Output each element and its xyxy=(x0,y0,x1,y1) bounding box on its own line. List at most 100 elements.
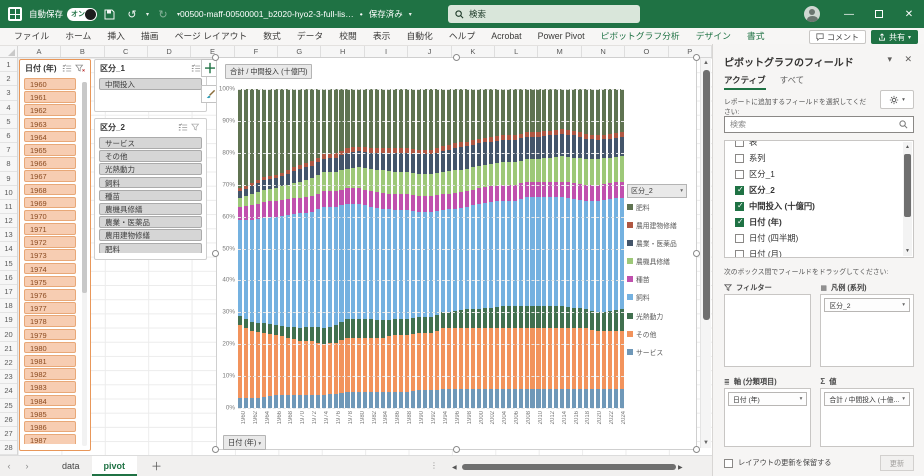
row-header[interactable]: 5 xyxy=(0,115,17,129)
zone-field-chip[interactable]: 合計 / 中間投入 (十億...▾ xyxy=(824,392,910,406)
slicer-item-year[interactable]: 1961 xyxy=(24,91,76,103)
row-header[interactable]: 10 xyxy=(0,186,17,200)
slicer-item-year[interactable]: 1981 xyxy=(24,355,76,367)
field-search-input[interactable] xyxy=(730,120,899,129)
legend-item[interactable]: その他 xyxy=(627,329,695,339)
scroll-up-icon[interactable]: ▲ xyxy=(903,142,912,152)
save-icon[interactable] xyxy=(104,9,118,20)
ribbon-tab[interactable]: 数式 xyxy=(255,28,289,45)
field-list-item[interactable]: 系列 xyxy=(735,150,909,166)
restore-button[interactable] xyxy=(864,0,894,28)
row-header[interactable]: 9 xyxy=(0,172,17,186)
slicer-item-year[interactable]: 1982 xyxy=(24,368,76,380)
row-header[interactable]: 23 xyxy=(0,370,17,384)
row-header[interactable]: 2 xyxy=(0,72,17,86)
document-title[interactable]: 00500-maff-00500001_b2020-hyo2-3-full-li… xyxy=(180,0,412,28)
column-header[interactable]: H xyxy=(321,46,364,57)
slicer-item[interactable]: 飼料 xyxy=(99,177,202,189)
ribbon-tab[interactable]: 表示 xyxy=(365,28,399,45)
column-header[interactable]: P xyxy=(669,46,712,57)
search-input[interactable] xyxy=(469,9,619,19)
slicer-item-year[interactable]: 1985 xyxy=(24,408,76,420)
field-list-item[interactable]: 中間投入 (十億円) xyxy=(735,198,909,214)
slicer-item[interactable]: 肥料 xyxy=(99,243,202,254)
slicer-item-year[interactable]: 1977 xyxy=(24,302,76,314)
chart-selection-handle[interactable] xyxy=(212,446,219,453)
row-header[interactable]: 3 xyxy=(0,86,17,100)
select-all-corner[interactable] xyxy=(0,46,18,58)
filters-zone[interactable]: フィルター xyxy=(724,281,811,367)
field-checkbox[interactable] xyxy=(735,202,744,211)
field-search-box[interactable] xyxy=(724,116,914,133)
column-header[interactable]: C xyxy=(105,46,148,57)
comments-button[interactable]: コメント xyxy=(809,30,866,44)
column-header[interactable]: A xyxy=(18,46,61,57)
row-header[interactable]: 4 xyxy=(0,101,17,115)
chart-selection-handle[interactable] xyxy=(693,250,700,257)
slicer-item-year[interactable]: 1960 xyxy=(24,78,76,90)
ribbon-tab[interactable]: ページ レイアウト xyxy=(167,28,256,45)
column-header[interactable]: L xyxy=(495,46,538,57)
field-list-item[interactable]: 日付 (月) xyxy=(735,246,909,258)
slicer-item[interactable]: 種苗 xyxy=(99,190,202,202)
row-header[interactable]: 15 xyxy=(0,257,17,271)
field-list-item[interactable]: 区分_2 xyxy=(735,182,909,198)
chart-selection-handle[interactable] xyxy=(453,446,460,453)
field-list-item[interactable]: 日付 (年) xyxy=(735,214,909,230)
field-checkbox[interactable] xyxy=(735,170,744,179)
ribbon-tab[interactable]: ファイル xyxy=(6,28,57,45)
slicer-item-year[interactable]: 1980 xyxy=(24,342,76,354)
vertical-scroll-thumb[interactable] xyxy=(703,70,710,320)
multi-select-icon[interactable] xyxy=(176,123,189,133)
slicer-item-year[interactable]: 1983 xyxy=(24,381,76,393)
ribbon-tab[interactable]: ヘルプ xyxy=(441,28,483,45)
ribbon-tab[interactable]: 自動化 xyxy=(398,28,440,45)
pane-close-icon[interactable]: ✕ xyxy=(904,54,912,65)
ribbon-tab[interactable]: 校閲 xyxy=(331,28,365,45)
field-checkbox[interactable] xyxy=(735,250,744,259)
row-header[interactable]: 6 xyxy=(0,129,17,143)
sheet-nav-left-icon[interactable]: ‹ xyxy=(0,461,18,471)
values-zone[interactable]: Σ 値 合計 / 中間投入 (十億...▾ xyxy=(820,375,914,447)
legend-field-button[interactable]: 区分_2 ▾ xyxy=(627,184,687,198)
row-header[interactable]: 18 xyxy=(0,299,17,313)
slicer-item-year[interactable]: 1973 xyxy=(24,249,76,261)
row-header[interactable]: 24 xyxy=(0,384,17,398)
field-checkbox[interactable] xyxy=(735,234,744,243)
tab-active[interactable]: アクティブ xyxy=(724,74,766,90)
legend-item[interactable]: 種苗 xyxy=(627,274,695,284)
legend-item[interactable]: サービス xyxy=(627,347,695,357)
row-header[interactable]: 13 xyxy=(0,228,17,242)
chart-selection-handle[interactable] xyxy=(453,54,460,61)
column-header[interactable]: O xyxy=(625,46,668,57)
ribbon-contextual-tab[interactable]: デザイン xyxy=(688,28,739,45)
slicer-item[interactable]: 中間投入 xyxy=(99,78,202,90)
slicer-item-year[interactable]: 1965 xyxy=(24,144,76,156)
slicer-kubun1[interactable]: 区分_1 中間投入 xyxy=(94,59,207,112)
slicer-item-year[interactable]: 1984 xyxy=(24,395,76,407)
slicer-item-year[interactable]: 1962 xyxy=(24,104,76,116)
row-header[interactable]: 1 xyxy=(0,58,17,72)
sheet-tab-pivot[interactable]: pivot xyxy=(92,456,138,476)
field-list-scrollbar[interactable]: ▲ ▼ xyxy=(903,142,912,256)
autosave-toggle[interactable]: オン xyxy=(67,8,97,21)
slicer-item-year[interactable]: 1969 xyxy=(24,197,76,209)
column-header[interactable]: J xyxy=(408,46,451,57)
undo-caret-icon[interactable]: ▾ xyxy=(146,11,149,18)
chart-selection-handle[interactable] xyxy=(212,250,219,257)
slicer-item[interactable]: 農機具修繕 xyxy=(99,203,202,215)
horizontal-scroll-thumb[interactable] xyxy=(462,464,676,470)
legend-item[interactable]: 肥料 xyxy=(627,202,695,212)
minimize-button[interactable]: — xyxy=(834,0,864,28)
column-header[interactable]: B xyxy=(61,46,104,57)
chart-value-field-button[interactable]: 合計 / 中間投入 (十億円) xyxy=(225,64,312,79)
share-button[interactable]: 共有 ▾ xyxy=(871,30,918,44)
row-header[interactable]: 20 xyxy=(0,328,17,342)
field-list-item[interactable]: 区分_1 xyxy=(735,166,909,182)
ribbon-tab[interactable]: データ xyxy=(289,28,331,45)
column-header[interactable]: G xyxy=(278,46,321,57)
slicer-item[interactable]: 農用建物修繕 xyxy=(99,229,202,241)
zone-field-chip[interactable]: 日付 (年)▾ xyxy=(728,392,807,406)
row-header[interactable]: 7 xyxy=(0,143,17,157)
update-button[interactable]: 更新 xyxy=(880,455,914,471)
